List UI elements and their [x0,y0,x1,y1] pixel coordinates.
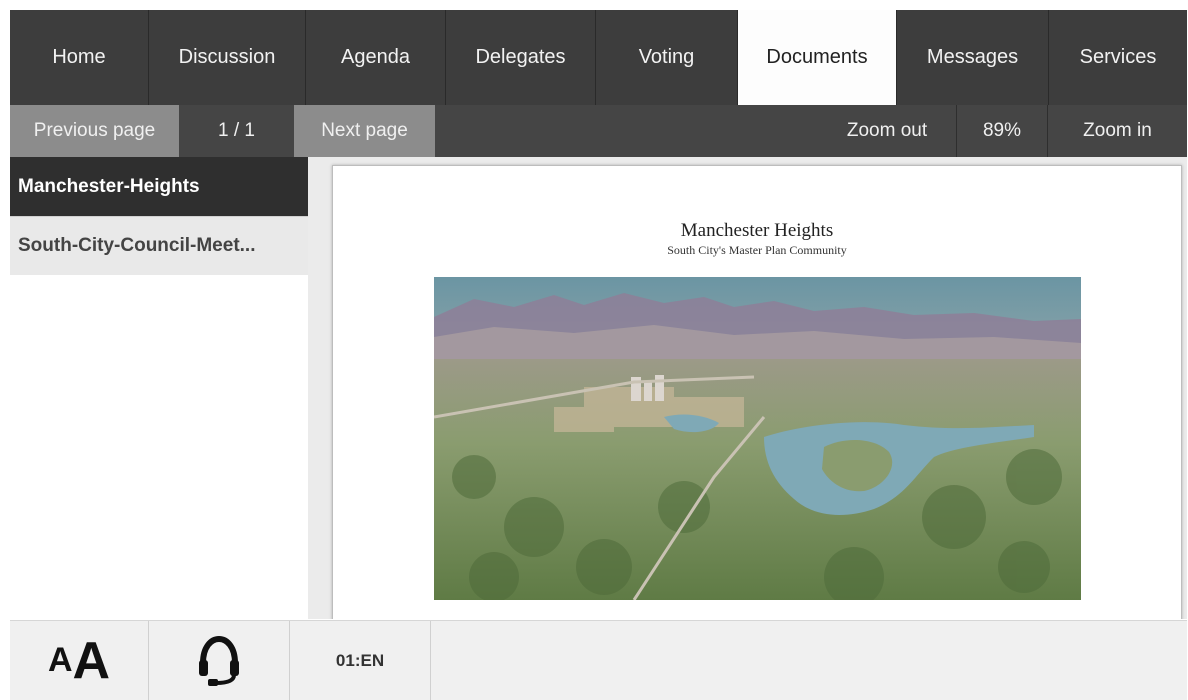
document-viewer[interactable]: Manchester Heights South City's Master P… [308,157,1187,619]
bottom-bar: AA 01:EN [10,620,1187,700]
document-toolbar: Previous page 1 / 1 Next page Zoom out 8… [10,105,1187,157]
language-channel[interactable]: 01:EN [290,621,431,700]
previous-page-button[interactable]: Previous page [10,105,179,157]
document-page: Manchester Heights South City's Master P… [332,165,1182,619]
tab-delegates[interactable]: Delegates [446,10,596,105]
document-list: Manchester-Heights South-City-Council-Me… [10,157,308,275]
tab-messages[interactable]: Messages [897,10,1049,105]
font-size-small-glyph: A [47,641,73,679]
headset-icon [199,635,239,686]
tab-discussion[interactable]: Discussion [149,10,306,105]
document-subtitle: South City's Master Plan Community [667,243,847,257]
document-item-manchester-heights[interactable]: Manchester-Heights [10,157,308,216]
tab-services[interactable]: Services [1049,10,1187,105]
tab-home[interactable]: Home [10,10,149,105]
document-item-south-city-council[interactable]: South-City-Council-Meet... [10,216,308,275]
main-tab-bar: Home Discussion Agenda Delegates Voting … [10,10,1187,105]
zoom-level: 89% [956,105,1047,157]
zoom-in-button[interactable]: Zoom in [1047,105,1187,157]
next-page-button[interactable]: Next page [294,105,435,157]
tab-voting[interactable]: Voting [596,10,738,105]
tab-documents[interactable]: Documents [738,10,897,105]
document-title: Manchester Heights [680,220,834,241]
aerial-city-illustration [434,277,1081,600]
headset-button[interactable] [149,621,290,700]
page-indicator: 1 / 1 [218,120,255,141]
font-size-button[interactable]: AA [10,621,149,700]
font-size-big-glyph: A [72,631,111,690]
zoom-out-button[interactable]: Zoom out [818,105,956,157]
tab-agenda[interactable]: Agenda [306,10,446,105]
